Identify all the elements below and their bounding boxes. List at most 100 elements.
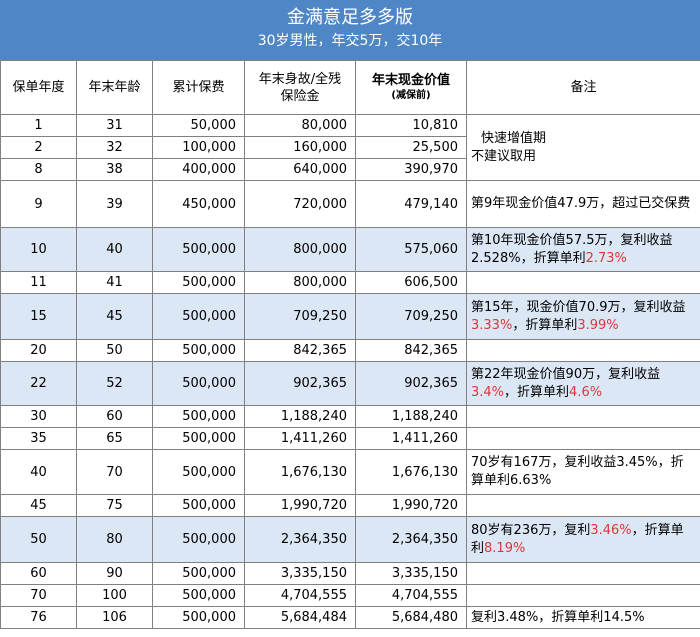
cell-cash: 25,500 [355,136,467,159]
cell-age: 40 [76,227,153,272]
cell-death: 842,365 [244,339,356,362]
table-row: 30 60 500,000 1,188,240 1,188,240 [0,405,700,428]
cell-age: 70 [76,449,153,495]
cell-note: 第22年现金价值90万，复利收益 3.4%，折算单利4.6% [466,361,700,406]
cell-cash: 1,990,720 [355,494,467,517]
cell-note [466,584,700,607]
cell-age: 50 [76,339,153,362]
cell-note: 第15年，现金价值70.9万，复利收益 3.33%，折算单利3.99% [466,293,700,340]
header-death-benefit: 年末身故/全残 保险金 [244,60,356,115]
header-cash-value-line1: 年末现金价值 [371,73,450,88]
cell-premium: 500,000 [152,494,245,517]
cell-death: 902,365 [244,361,356,406]
table-row: 1 31 50,000 80,000 10,810 快速增值期 不建议取用 [0,114,700,181]
note-text: ，折算单利 [504,384,570,400]
cell-age: 106 [76,606,153,629]
note-highlight: 3.99% [577,317,619,333]
cell-year: 1 [0,114,77,137]
cell-death: 720,000 [244,180,356,228]
cell-age: 31 [76,114,153,137]
cell-year: 76 [0,606,77,629]
cell-age: 45 [76,293,153,340]
cell-death: 640,000 [244,158,356,181]
cell-cash: 2,364,350 [355,516,467,563]
cell-death: 1,188,240 [244,405,356,428]
cell-death: 80,000 [244,114,356,137]
cell-year: 40 [0,449,77,495]
cell-year: 60 [0,562,77,585]
policy-value-table: 保单年度 年末年龄 累计保费 年末身故/全残 保险金 年末现金价值 (减保前) … [0,60,700,629]
cell-year: 9 [0,180,77,228]
cell-death: 800,000 [244,227,356,272]
note-text: 第15年，现金价值70.9万，复利收益 [471,299,686,315]
cell-age: 39 [76,180,153,228]
table-subtitle: 30岁男性，年交5万，交10年 [257,33,443,49]
cell-note [466,271,700,294]
cell-note [466,562,700,585]
cell-premium: 500,000 [152,405,245,428]
cell-age: 60 [76,405,153,428]
cell-death: 4,704,555 [244,584,356,607]
cell-premium: 500,000 [152,339,245,362]
cell-premium: 500,000 [152,584,245,607]
cell-year: 20 [0,339,77,362]
cell-note: 80岁有236万，复利3.46%，折算单利8.19% [466,516,700,563]
table-row: 15 45 500,000 709,250 709,250 第15年，现金价值7… [0,293,700,340]
cell-death: 1,411,260 [244,427,356,450]
cell-death: 709,250 [244,293,356,340]
cell-year: 8 [0,158,77,181]
header-death-benefit-line2: 保险金 [280,88,320,104]
cell-cash: 5,684,480 [355,606,467,629]
cell-note [466,339,700,362]
cell-year: 22 [0,361,77,406]
cell-cash: 4,704,555 [355,584,467,607]
cell-cash: 606,500 [355,271,467,294]
cell-year: 2 [0,136,77,159]
cell-note: 第9年现金价值47.9万，超过已交保费 [466,180,700,228]
note-highlight: 3.4% [471,384,505,400]
cell-note: 第10年现金价值57.5万，复利收益2.528%，折算单利2.73% [466,227,700,272]
cell-cash: 10,810 [355,114,467,137]
header-note: 备注 [466,60,700,115]
header-death-benefit-line1: 年末身故/全残 [258,71,342,87]
table-row: 40 70 500,000 1,676,130 1,676,130 70岁有16… [0,449,700,495]
cell-premium: 100,000 [152,136,245,159]
table-row: 20 50 500,000 842,365 842,365 [0,339,700,362]
cell-cash: 575,060 [355,227,467,272]
table-row: 10 40 500,000 800,000 575,060 第10年现金价值57… [0,227,700,272]
cell-cash: 902,365 [355,361,467,406]
note-text: 80岁有236万，复利 [471,522,591,538]
cell-cash: 1,676,130 [355,449,467,495]
cell-note [466,494,700,517]
table-row: 50 80 500,000 2,364,350 2,364,350 80岁有23… [0,516,700,563]
note-highlight: 8.19% [484,540,526,556]
cell-note: 70岁有167万，复利收益3.45%，折算单利6.63% [466,449,700,495]
cell-age: 38 [76,158,153,181]
table-title: 金满意足多多版 [287,7,413,28]
cell-age: 32 [76,136,153,159]
cell-cash: 390,970 [355,158,467,181]
cell-age: 80 [76,516,153,563]
cell-cash: 479,140 [355,180,467,228]
note-text: 不建议取用 [471,148,537,164]
cell-premium: 450,000 [152,180,245,228]
table-row: 76 106 500,000 5,684,484 5,684,480 复利3.4… [0,606,700,629]
cell-cash: 1,188,240 [355,405,467,428]
cell-death: 160,000 [244,136,356,159]
cell-age: 65 [76,427,153,450]
header-age: 年末年龄 [76,60,153,115]
note-text: 快速增值期 [481,130,547,146]
note-text: ，折算单利 [512,317,578,333]
cell-age: 90 [76,562,153,585]
cell-death: 800,000 [244,271,356,294]
cell-age: 41 [76,271,153,294]
cell-death: 1,676,130 [244,449,356,495]
table-row: 35 65 500,000 1,411,260 1,411,260 [0,427,700,450]
note-highlight: 3.33% [471,317,513,333]
cell-year: 10 [0,227,77,272]
cell-premium: 500,000 [152,449,245,495]
cell-note: 复利3.48%，折算单利14.5% [466,606,700,629]
cell-premium: 500,000 [152,516,245,563]
cell-note [466,427,700,450]
cell-year: 45 [0,494,77,517]
